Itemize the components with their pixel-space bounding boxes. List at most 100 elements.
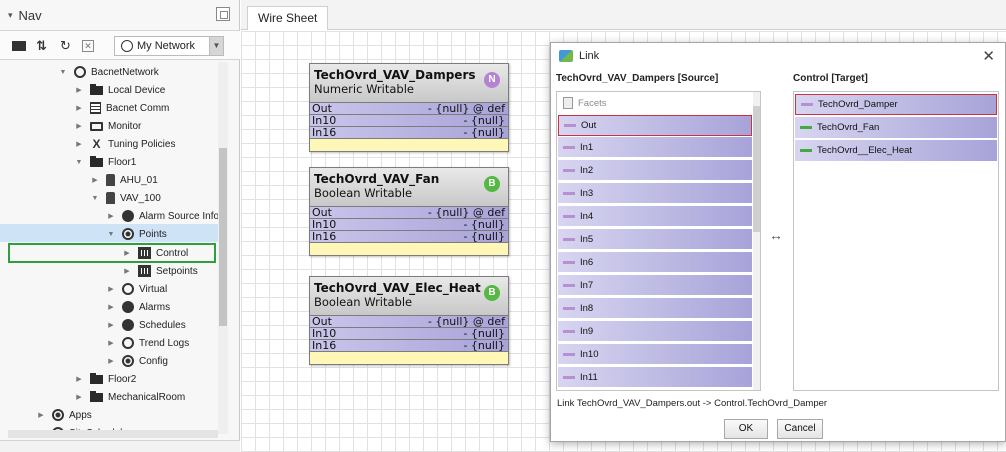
target-item-techovrd-fan[interactable]: TechOvrd_Fan <box>795 117 997 138</box>
source-item-in3[interactable]: In3 <box>558 183 752 204</box>
target-item-techovrd-damper[interactable]: TechOvrd_Damper <box>795 94 997 115</box>
collapsed-icon[interactable]: ▶ <box>74 393 84 401</box>
tree-node-label: Floor2 <box>108 373 137 385</box>
tree-node-schedules[interactable]: ▶ Schedules <box>106 316 186 334</box>
tree-node-alarms[interactable]: ▶ Alarms <box>106 298 170 316</box>
tree-node-floor2[interactable]: ▶ Floor2 <box>74 370 136 388</box>
collapsed-icon[interactable]: ▶ <box>106 339 116 347</box>
component-techovrd-vav-elec-heat[interactable]: TechOvrd_VAV_Elec_Heat Boolean Writable … <box>309 276 509 365</box>
collapsed-icon[interactable]: ▶ <box>106 357 116 365</box>
collapsed-icon[interactable]: ▶ <box>106 285 116 293</box>
tree-node-ahu-01[interactable]: ▶ AHU_01 <box>90 171 158 189</box>
tree-node-virtual[interactable]: ▶ Virtual <box>106 280 167 298</box>
link-direction-arrow-icon: ↔ <box>769 227 783 243</box>
tree-node-mechanicalroom[interactable]: ▶ MechanicalRoom <box>74 388 185 406</box>
collapsed-icon[interactable]: ▶ <box>74 140 84 148</box>
expanded-icon[interactable]: ▼ <box>58 69 68 76</box>
tree-node-alarm-source-info[interactable]: ▶ Alarm Source Info <box>106 207 219 225</box>
tree-node-setpoints[interactable]: ▶ Setpoints <box>122 262 198 280</box>
source-item-out[interactable]: Out <box>558 115 752 136</box>
tree-node-monitor[interactable]: ▶ Monitor <box>74 117 141 135</box>
slot-in16[interactable]: In16 - {null} <box>310 340 508 352</box>
component-techovrd-vav-fan[interactable]: TechOvrd_VAV_Fan Boolean Writable B Out -… <box>309 167 509 256</box>
source-item-in5[interactable]: In5 <box>558 229 752 250</box>
apps-icon <box>52 409 64 421</box>
nav-horizontal-scrollbar[interactable] <box>8 430 218 438</box>
device-icon <box>106 174 115 186</box>
component-header[interactable]: TechOvrd_VAV_Fan Boolean Writable B <box>310 168 508 207</box>
source-item-in11[interactable]: In11 <box>558 367 752 388</box>
tree-node-label: Points <box>139 228 167 240</box>
restore-window-icon[interactable] <box>216 7 230 21</box>
tree-node-floor1[interactable]: ▼ Floor1 <box>74 153 136 171</box>
cancel-button[interactable]: Cancel <box>777 419 823 439</box>
dialog-title-bar[interactable]: Link <box>551 43 1005 69</box>
collapsed-icon[interactable]: ▶ <box>74 122 84 130</box>
refresh-icon[interactable]: ↻ <box>60 39 71 53</box>
collapsed-icon[interactable]: ▶ <box>74 86 84 94</box>
tree-node-control[interactable]: ▶ Control <box>122 244 188 262</box>
collapsed-icon[interactable]: ▶ <box>122 267 132 275</box>
close-icon[interactable]: ✕ <box>82 40 94 52</box>
link-dialog: Link ✕ TechOvrd_VAV_Dampers [Source] Con… <box>550 42 1006 442</box>
network-selector[interactable]: My Network ▼ <box>114 36 224 56</box>
expanded-icon[interactable]: ▼ <box>90 195 100 202</box>
slot-in16[interactable]: In16 - {null} <box>310 231 508 243</box>
collapsed-icon[interactable]: ▶ <box>36 411 46 419</box>
collapse-caret-icon[interactable]: ▾ <box>8 10 13 21</box>
source-item-in2[interactable]: In2 <box>558 160 752 181</box>
tree-node-bacnetnetwork[interactable]: ▼ BacnetNetwork <box>58 63 159 81</box>
source-item-in9[interactable]: In9 <box>558 321 752 342</box>
component-type: Boolean Writable <box>314 186 413 200</box>
ok-button[interactable]: OK <box>724 419 768 439</box>
sort-icon[interactable]: ⇅ <box>36 39 47 53</box>
collapsed-icon[interactable]: ▶ <box>106 321 116 329</box>
scroll-thumb[interactable] <box>219 148 227 326</box>
close-icon[interactable]: ✕ <box>982 47 995 65</box>
source-item-in1[interactable]: In1 <box>558 137 752 158</box>
tab-wire-sheet[interactable]: Wire Sheet <box>247 6 329 30</box>
source-item-in10[interactable]: In10 <box>558 344 752 365</box>
nav-toolbar: ⇅ ↻ ✕ My Network ▼ <box>0 30 240 60</box>
tree-node-vav-100[interactable]: ▼ VAV_100 <box>90 189 161 207</box>
collapsed-icon[interactable]: ▶ <box>90 176 100 184</box>
tree-node-bacnet-comm[interactable]: ▶ Bacnet Comm <box>74 99 169 117</box>
dropdown-arrow-icon[interactable]: ▼ <box>209 37 223 55</box>
source-list-scrollbar[interactable] <box>753 92 760 390</box>
folder-icon <box>90 373 103 384</box>
source-item-in4[interactable]: In4 <box>558 206 752 227</box>
component-header[interactable]: TechOvrd_VAV_Dampers Numeric Writable N <box>310 64 508 103</box>
tree-node-trend-logs[interactable]: ▶ Trend Logs <box>106 334 189 352</box>
expanded-icon[interactable]: ▼ <box>74 159 84 166</box>
tree-node-tuning-policies[interactable]: ▶ X Tuning Policies <box>74 135 175 153</box>
trend-icon <box>122 337 134 349</box>
nav-vertical-scrollbar[interactable] <box>218 62 228 434</box>
open-folder-icon[interactable] <box>12 41 26 51</box>
collapsed-icon[interactable]: ▶ <box>74 375 84 383</box>
tree-node-config[interactable]: ▶ Config <box>106 352 168 370</box>
target-item-techovrd-elec-heat[interactable]: TechOvrd__Elec_Heat <box>795 140 997 161</box>
source-slot-list: Facets Out In1 In2 In3 In4 In5 In6 In7 I… <box>556 91 761 391</box>
source-item-label: In11 <box>580 371 598 383</box>
source-item-in6[interactable]: In6 <box>558 252 752 273</box>
source-item-in7[interactable]: In7 <box>558 275 752 296</box>
slot-in16[interactable]: In16 - {null} <box>310 127 508 139</box>
component-header[interactable]: TechOvrd_VAV_Elec_Heat Boolean Writable … <box>310 277 508 316</box>
tree-node-label: Alarm Source Info <box>139 210 220 222</box>
collapsed-icon[interactable]: ▶ <box>122 249 132 257</box>
target-item-label: TechOvrd__Elec_Heat <box>817 145 913 156</box>
component-type: Boolean Writable <box>314 295 413 309</box>
tree-node-points[interactable]: ▼ Points <box>106 225 167 243</box>
expanded-icon[interactable]: ▼ <box>106 231 116 238</box>
tree-node-local-device[interactable]: ▶ Local Device <box>74 81 165 99</box>
component-techovrd-vav-dampers[interactable]: TechOvrd_VAV_Dampers Numeric Writable N … <box>309 63 509 152</box>
collapsed-icon[interactable]: ▶ <box>106 212 116 220</box>
tree-node-label: Alarms <box>139 301 171 313</box>
scroll-thumb[interactable] <box>753 106 760 232</box>
source-item-in8[interactable]: In8 <box>558 298 752 319</box>
collapsed-icon[interactable]: ▶ <box>106 303 116 311</box>
source-item-facets[interactable]: Facets <box>558 93 752 114</box>
collapsed-icon[interactable]: ▶ <box>74 104 84 112</box>
slot-link-icon <box>800 149 812 152</box>
tree-node-apps[interactable]: ▶ Apps <box>36 406 92 424</box>
